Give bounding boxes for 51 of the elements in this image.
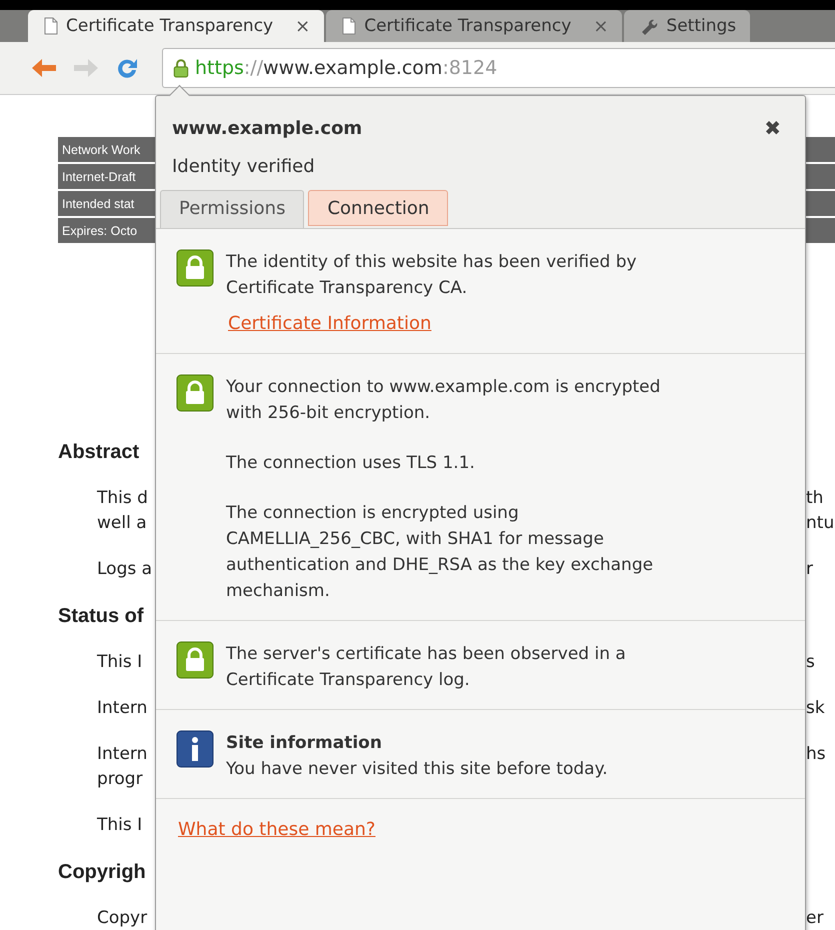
tab-title: Settings (666, 16, 736, 36)
padlock-icon (176, 249, 214, 287)
popup-tab[interactable]: Permissions (160, 190, 304, 228)
padlock-icon (176, 374, 214, 412)
section-heading: Status of (58, 605, 144, 627)
info-text: Your connection to www.example.com is encrypted with 256-bit encryption. (226, 376, 662, 425)
browser-tab[interactable]: Certificate Transparency × (326, 10, 622, 42)
wrench-icon (640, 17, 658, 35)
info-icon (176, 730, 214, 768)
info-text: The connection is encrypted using CAMELLIA_256_CBC, with SHA1 for message authentication and DHE_RSA as the key exchange mechanism. (226, 502, 654, 603)
paragraph-text: Copyr (97, 907, 148, 930)
close-icon[interactable]: × (593, 16, 608, 36)
paragraph-text: This I (97, 651, 142, 674)
paragraph-text: Intern (97, 743, 148, 766)
help-link[interactable]: What do these mean? (178, 819, 376, 840)
padlock-icon (176, 641, 214, 679)
paragraph-text: sk (806, 697, 826, 720)
page-icon (44, 17, 58, 35)
paragraph-text: r (806, 558, 814, 581)
certificate-link[interactable]: Certificate Information (228, 311, 432, 337)
paragraph-text: s (806, 651, 816, 674)
info-text: The server's certificate has been observed in a Certificate Transparency log. (226, 643, 627, 692)
address-bar[interactable]: https://www.example.com:8124 (162, 48, 835, 88)
section-title: Site information (226, 732, 383, 755)
forward-arrow-icon[interactable] (72, 57, 100, 79)
close-icon[interactable]: × (295, 16, 310, 36)
browser-tab[interactable]: Settings (624, 10, 750, 42)
popup-tab[interactable]: Connection (308, 190, 448, 226)
info-text: The connection uses TLS 1.1. (226, 452, 476, 475)
paragraph-text: ntu (806, 512, 835, 535)
site-host: www.example.com (172, 118, 362, 138)
close-icon[interactable]: ✖ (764, 116, 781, 140)
section-heading: Abstract (58, 441, 140, 463)
url-text: https://www.example.com:8124 (195, 57, 498, 79)
tab-title: Certificate Transparency (364, 16, 572, 36)
paragraph-text: This I (97, 814, 142, 837)
section-heading: Copyrigh (58, 861, 146, 883)
paragraph-text: Intern (97, 697, 148, 720)
info-text: You have never visited this site before today. (226, 758, 609, 781)
paragraph-text: progr (97, 768, 143, 791)
paragraph-text: This d (97, 487, 148, 510)
paragraph-text: well a (97, 512, 147, 535)
paragraph-text: hs (806, 743, 827, 766)
paragraph-text: th (806, 487, 824, 510)
back-arrow-icon[interactable] (30, 57, 58, 79)
tab-title: Certificate Transparency (66, 16, 274, 36)
page-icon (342, 17, 356, 35)
paragraph-text: Logs a (97, 558, 152, 581)
browser-tab[interactable]: Certificate Transparency × (28, 10, 324, 42)
paragraph-text: er (806, 907, 824, 930)
info-text: The identity of this website has been verified by Certificate Transparency CA. (226, 251, 638, 300)
